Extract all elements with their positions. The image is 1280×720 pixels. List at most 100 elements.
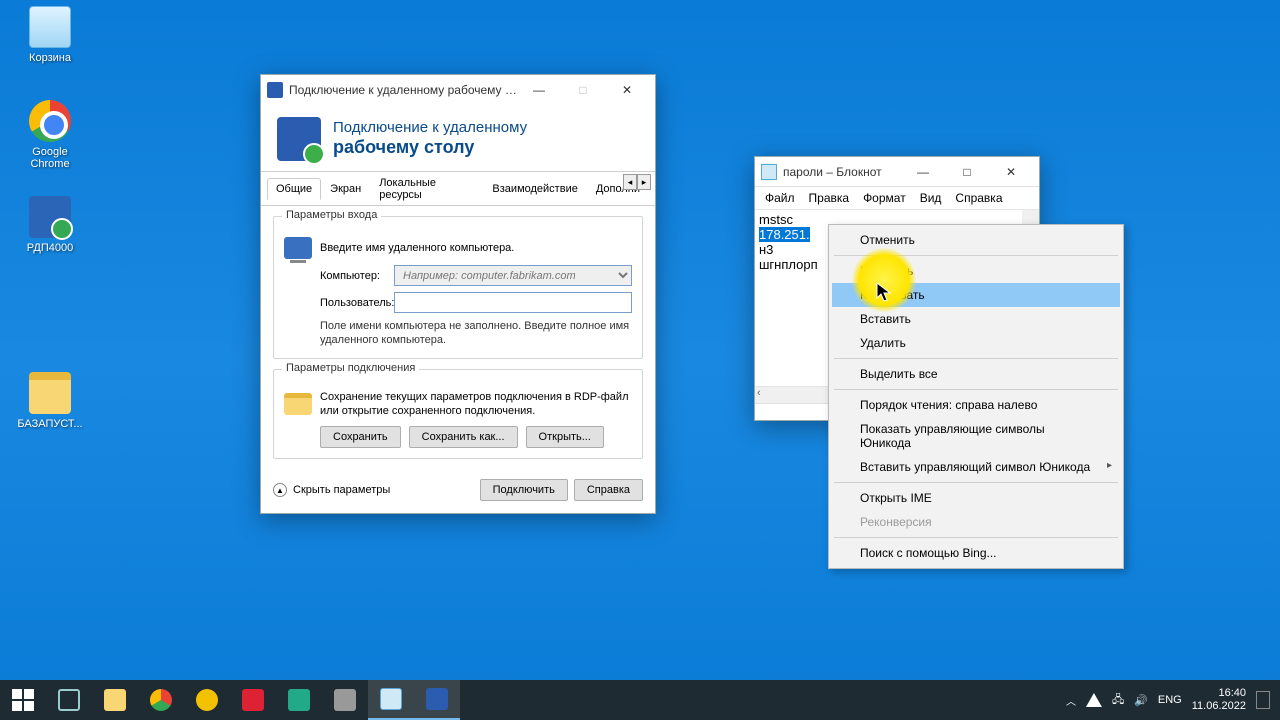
network-icon[interactable]: 🖧 xyxy=(1112,691,1124,710)
selected-text: 178.251. xyxy=(759,227,810,242)
close-button[interactable]: ✕ xyxy=(605,75,649,105)
computer-icon xyxy=(284,237,312,259)
chrome-icon xyxy=(150,689,172,711)
rdp-window[interactable]: Подключение к удаленному рабочему с... —… xyxy=(260,74,656,514)
recycle-bin-icon xyxy=(29,6,71,48)
task-view-icon xyxy=(58,689,80,711)
ctx-paste[interactable]: Вставить xyxy=(832,307,1120,331)
menu-help[interactable]: Справка xyxy=(949,189,1008,207)
menu-format[interactable]: Формат xyxy=(857,189,912,207)
ctx-show-unicode[interactable]: Показать управляющие символы Юникода xyxy=(832,417,1120,455)
rdp-heading-line1: Подключение к удаленному xyxy=(333,119,527,136)
empty-computer-note: Поле имени компьютера не заполнено. Введ… xyxy=(320,319,632,348)
connect-button[interactable]: Подключить xyxy=(480,479,568,501)
taskbar-app-grey[interactable] xyxy=(322,680,368,720)
rdp-icon xyxy=(426,688,448,710)
tab-display[interactable]: Экран xyxy=(321,178,370,200)
rdp-title-icon xyxy=(267,82,283,98)
red-app-icon xyxy=(242,689,264,711)
connection-group: Параметры подключения Сохранение текущих… xyxy=(273,369,643,460)
save-as-button[interactable]: Сохранить как... xyxy=(409,426,518,448)
desktop-rdp4000[interactable]: РДП4000 xyxy=(14,196,86,254)
volume-icon[interactable]: 🔊 xyxy=(1134,694,1148,707)
menu-edit[interactable]: Правка xyxy=(803,189,856,207)
separator xyxy=(834,389,1118,390)
separator xyxy=(834,255,1118,256)
taskbar-explorer[interactable] xyxy=(92,680,138,720)
grey-app-icon xyxy=(334,689,356,711)
taskbar-rdp[interactable] xyxy=(414,680,460,720)
task-view-button[interactable] xyxy=(46,680,92,720)
close-button[interactable]: ✕ xyxy=(989,157,1033,187)
tab-local-resources[interactable]: Локальные ресурсы xyxy=(370,172,483,206)
tab-scroll: ◂ ▸ xyxy=(623,174,651,190)
onec-icon xyxy=(196,689,218,711)
desktop-icon-label: РДП4000 xyxy=(27,242,73,254)
rdp-tabstrip: Общие Экран Локальные ресурсы Взаимодейс… xyxy=(261,172,655,206)
open-button[interactable]: Открыть... xyxy=(526,426,604,448)
taskbar-notepad[interactable] xyxy=(368,680,414,720)
taskbar-1c[interactable] xyxy=(184,680,230,720)
hide-params-toggle[interactable]: ▲ Скрыть параметры xyxy=(273,483,480,497)
ctx-rtl[interactable]: Порядок чтения: справа налево xyxy=(832,393,1120,417)
desktop-icon-label: Корзина xyxy=(29,52,71,64)
save-button[interactable]: Сохранить xyxy=(320,426,401,448)
rdp-icon xyxy=(29,196,71,238)
separator xyxy=(834,537,1118,538)
tab-scroll-right[interactable]: ▸ xyxy=(637,174,651,190)
clock-date: 11.06.2022 xyxy=(1192,700,1246,713)
rdp-titlebar[interactable]: Подключение к удаленному рабочему с... —… xyxy=(261,75,655,105)
login-prompt: Введите имя удаленного компьютера. xyxy=(320,242,514,254)
desktop-recycle-bin[interactable]: Корзина xyxy=(14,6,86,64)
notepad-icon xyxy=(380,688,402,710)
system-tray: ︿ 🖧 🔊 ENG 16:40 11.06.2022 xyxy=(1056,687,1280,712)
tab-experience[interactable]: Взаимодействие xyxy=(483,178,586,200)
notepad-icon xyxy=(761,164,777,180)
user-label: Пользователь: xyxy=(320,297,394,309)
menu-view[interactable]: Вид xyxy=(914,189,948,207)
computer-input[interactable]: Например: computer.fabrikam.com xyxy=(394,265,632,286)
login-group-legend: Параметры входа xyxy=(282,209,381,221)
ctx-select-all[interactable]: Выделить все xyxy=(832,362,1120,386)
notepad-titlebar[interactable]: пароли – Блокнот — □ ✕ xyxy=(755,157,1039,187)
ctx-delete[interactable]: Удалить xyxy=(832,331,1120,355)
taskbar-app-red[interactable] xyxy=(230,680,276,720)
minimize-button[interactable]: — xyxy=(517,75,561,105)
minimize-button[interactable]: — xyxy=(901,157,945,187)
menu-file[interactable]: Файл xyxy=(759,189,801,207)
hide-params-label: Скрыть параметры xyxy=(293,484,390,496)
desktop-icon-label: БАЗАПУСТ... xyxy=(17,418,82,430)
ctx-open-ime[interactable]: Открыть IME xyxy=(832,486,1120,510)
ctx-copy[interactable]: Копировать xyxy=(832,283,1120,307)
folder-icon xyxy=(284,393,312,415)
maximize-button[interactable]: □ xyxy=(945,157,989,187)
rdp-heading-line2: рабочему столу xyxy=(333,137,527,159)
language-indicator[interactable]: ENG xyxy=(1158,694,1182,706)
help-button[interactable]: Справка xyxy=(574,479,643,501)
taskbar-clock[interactable]: 16:40 11.06.2022 xyxy=(1192,687,1246,712)
tab-scroll-left[interactable]: ◂ xyxy=(623,174,637,190)
rdp-window-title: Подключение к удаленному рабочему с... xyxy=(289,83,517,97)
chevron-up-icon: ▲ xyxy=(273,483,287,497)
desktop-google-chrome[interactable]: Google Chrome xyxy=(14,100,86,170)
start-button[interactable] xyxy=(0,680,46,720)
action-center-icon[interactable] xyxy=(1256,691,1270,709)
connection-group-legend: Параметры подключения xyxy=(282,362,419,374)
taskbar-app-green[interactable] xyxy=(276,680,322,720)
rdp-heading: Подключение к удаленному рабочему столу xyxy=(333,119,527,159)
taskbar-chrome[interactable] xyxy=(138,680,184,720)
tray-icon[interactable] xyxy=(1086,693,1102,707)
separator xyxy=(834,358,1118,359)
desktop-folder-bazapust[interactable]: БАЗАПУСТ... xyxy=(14,372,86,430)
tray-overflow-icon[interactable]: ︿ xyxy=(1066,693,1076,708)
rdp-footer: ▲ Скрыть параметры Подключить Справка xyxy=(261,469,655,513)
ctx-insert-unicode[interactable]: Вставить управляющий символ Юникода xyxy=(832,455,1120,479)
ctx-bing-search[interactable]: Поиск с помощью Bing... xyxy=(832,541,1120,565)
ctx-reconvert: Реконверсия xyxy=(832,510,1120,534)
user-input[interactable] xyxy=(394,292,632,313)
connection-note: Сохранение текущих параметров подключени… xyxy=(320,390,632,419)
ctx-cut[interactable]: Вырезать xyxy=(832,259,1120,283)
ctx-undo[interactable]: Отменить xyxy=(832,228,1120,252)
tab-general[interactable]: Общие xyxy=(267,178,321,200)
clock-time: 16:40 xyxy=(1192,687,1246,700)
